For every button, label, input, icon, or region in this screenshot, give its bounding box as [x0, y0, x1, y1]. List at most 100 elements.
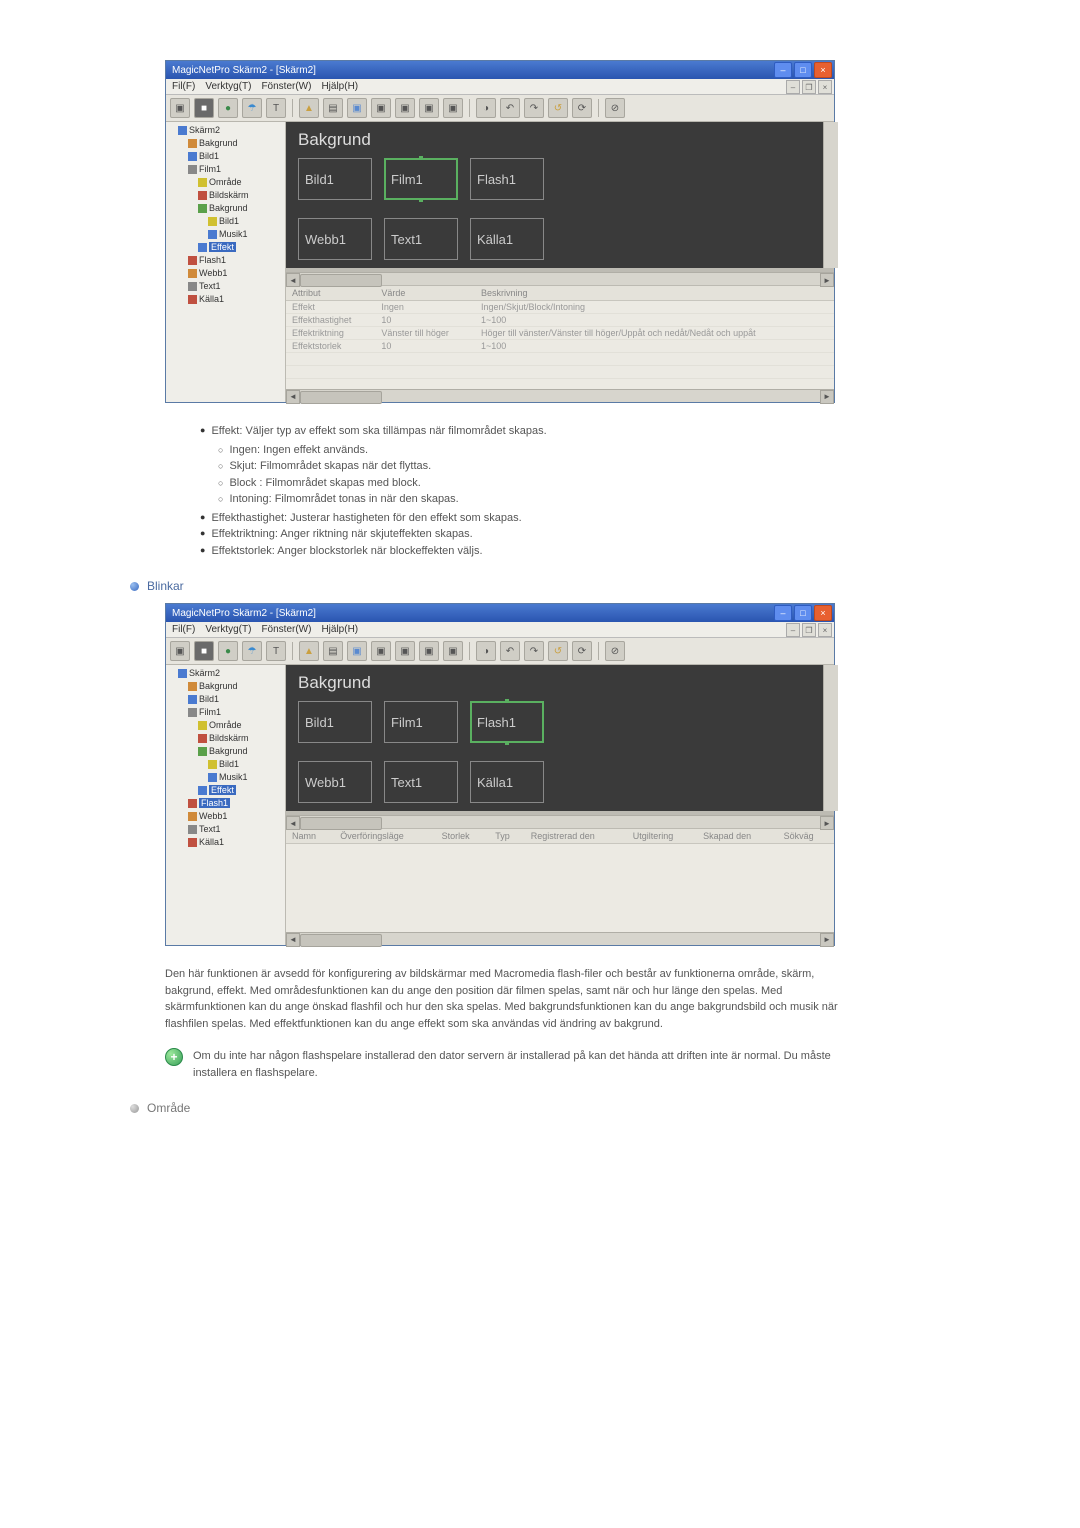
toolbar-icon[interactable]: ⊘: [605, 98, 625, 118]
props-col-header[interactable]: Överföringsläge: [334, 829, 435, 844]
doc-restore-icon[interactable]: ❐: [802, 623, 816, 637]
toolbar-icon[interactable]: ▣: [347, 98, 367, 118]
scroll-thumb[interactable]: [300, 817, 382, 830]
stage-box[interactable]: Webb1: [298, 218, 372, 260]
stage-box[interactable]: Källa1: [470, 761, 544, 803]
toolbar-icon[interactable]: ↷: [524, 641, 544, 661]
props-col-header[interactable]: Värde: [375, 286, 475, 301]
tree-item[interactable]: Film1OmrådeBildskärmBakgrundBild1Musik1E…: [188, 163, 283, 254]
toolbar-icon[interactable]: ▣: [371, 641, 391, 661]
scroll-right-icon[interactable]: ►: [820, 390, 834, 404]
props-horizontal-scrollbar[interactable]: ◄ ►: [286, 932, 834, 945]
tree-item[interactable]: Musik1: [208, 228, 283, 241]
scroll-thumb[interactable]: [300, 391, 382, 404]
menu-file[interactable]: Fil(F): [172, 81, 195, 92]
vertical-scrollbar[interactable]: [823, 665, 838, 811]
tree-item[interactable]: Källa1: [188, 293, 283, 306]
toolbar-icon[interactable]: ▣: [170, 641, 190, 661]
doc-restore-icon[interactable]: ❐: [802, 80, 816, 94]
tree-item[interactable]: BakgrundBild1Musik1: [198, 745, 283, 784]
toolbar-icon[interactable]: ▤: [323, 98, 343, 118]
tree-item[interactable]: Flash1: [188, 254, 283, 267]
scroll-thumb[interactable]: [300, 274, 382, 287]
toolbar-icon[interactable]: ↶: [500, 641, 520, 661]
doc-close-icon[interactable]: ×: [818, 623, 832, 637]
tree-item[interactable]: Effekt: [198, 241, 283, 254]
tree-item[interactable]: BakgrundBild1Musik1: [198, 202, 283, 241]
props-col-header[interactable]: Attribut: [286, 286, 375, 301]
tree-item[interactable]: Bild1: [208, 215, 283, 228]
toolbar-icon[interactable]: ●: [218, 641, 238, 661]
toolbar-icon[interactable]: ⊘: [605, 641, 625, 661]
vertical-scrollbar[interactable]: [823, 122, 838, 268]
tree-item[interactable]: Bild1: [208, 758, 283, 771]
stage-box[interactable]: Flash1: [470, 158, 544, 200]
tree-item[interactable]: Film1OmrådeBildskärmBakgrundBild1Musik1E…: [188, 706, 283, 797]
tree-item[interactable]: Text1: [188, 823, 283, 836]
toolbar-icon[interactable]: ●: [218, 98, 238, 118]
menu-help[interactable]: Hjälp(H): [321, 81, 358, 92]
toolbar-icon[interactable]: T: [266, 98, 286, 118]
toolbar-icon[interactable]: ■: [194, 641, 214, 661]
close-button[interactable]: ×: [814, 605, 832, 621]
toolbar-icon[interactable]: ▣: [419, 98, 439, 118]
props-row[interactable]: EffektriktningVänster till högerHöger ti…: [286, 327, 834, 340]
maximize-button[interactable]: □: [794, 62, 812, 78]
minimize-button[interactable]: –: [774, 605, 792, 621]
scroll-left-icon[interactable]: ◄: [286, 390, 300, 404]
menu-file[interactable]: Fil(F): [172, 624, 195, 635]
toolbar-icon[interactable]: ▣: [443, 641, 463, 661]
tree-root[interactable]: Skärm2 BakgrundBild1Film1OmrådeBildskärm…: [178, 667, 283, 849]
props-row[interactable]: EffektIngenIngen/Skjut/Block/Intoning: [286, 301, 834, 314]
tree-item[interactable]: Bakgrund: [188, 137, 283, 150]
props-col-header[interactable]: Storlek: [436, 829, 490, 844]
stage-box[interactable]: Text1: [384, 218, 458, 260]
toolbar-icon[interactable]: ⟳: [572, 98, 592, 118]
toolbar-icon[interactable]: ☂: [242, 98, 262, 118]
toolbar-icon[interactable]: ▣: [395, 641, 415, 661]
stage-box[interactable]: Bild1: [298, 701, 372, 743]
toolbar-icon[interactable]: ◑: [476, 641, 496, 661]
toolbar-icon[interactable]: T: [266, 641, 286, 661]
stage-box[interactable]: Film1: [384, 701, 458, 743]
tree-item[interactable]: Område: [198, 176, 283, 189]
tree-item[interactable]: Musik1: [208, 771, 283, 784]
props-col-header[interactable]: Beskrivning: [475, 286, 834, 301]
doc-min-icon[interactable]: –: [786, 80, 800, 94]
tree-item[interactable]: Bildskärm: [198, 189, 283, 202]
tree-item[interactable]: Bild1: [188, 150, 283, 163]
maximize-button[interactable]: □: [794, 605, 812, 621]
stage-box[interactable]: Flash1: [470, 701, 544, 743]
stage-box[interactable]: Bild1: [298, 158, 372, 200]
props-col-header[interactable]: Sökväg: [778, 829, 834, 844]
toolbar-icon[interactable]: ▣: [395, 98, 415, 118]
scroll-left-icon[interactable]: ◄: [286, 933, 300, 947]
stage-box[interactable]: Webb1: [298, 761, 372, 803]
props-horizontal-scrollbar[interactable]: ◄ ►: [286, 389, 834, 402]
tree-item[interactable]: Område: [198, 719, 283, 732]
props-col-header[interactable]: Skapad den: [697, 829, 778, 844]
scroll-right-icon[interactable]: ►: [820, 816, 834, 830]
toolbar-icon[interactable]: ◑: [476, 98, 496, 118]
props-col-header[interactable]: Utgiltering: [627, 829, 697, 844]
horizontal-scrollbar[interactable]: ◄ ►: [286, 272, 834, 285]
doc-min-icon[interactable]: –: [786, 623, 800, 637]
toolbar-icon[interactable]: ↺: [548, 98, 568, 118]
menu-window[interactable]: Fönster(W): [261, 81, 311, 92]
toolbar-icon[interactable]: ■: [194, 98, 214, 118]
stage-box[interactable]: Film1: [384, 158, 458, 200]
stage-box[interactable]: Text1: [384, 761, 458, 803]
toolbar-icon[interactable]: ▲: [299, 641, 319, 661]
scroll-thumb[interactable]: [300, 934, 382, 947]
toolbar-icon[interactable]: ▲: [299, 98, 319, 118]
toolbar-icon[interactable]: ▣: [443, 98, 463, 118]
scroll-right-icon[interactable]: ►: [820, 273, 834, 287]
toolbar-icon[interactable]: ▣: [419, 641, 439, 661]
tree-item[interactable]: Flash1: [188, 797, 283, 810]
doc-close-icon[interactable]: ×: [818, 80, 832, 94]
toolbar-icon[interactable]: ▤: [323, 641, 343, 661]
tree-root[interactable]: Skärm2 BakgrundBild1Film1OmrådeBildskärm…: [178, 124, 283, 306]
minimize-button[interactable]: –: [774, 62, 792, 78]
toolbar-icon[interactable]: ⟳: [572, 641, 592, 661]
toolbar-icon[interactable]: ▣: [347, 641, 367, 661]
